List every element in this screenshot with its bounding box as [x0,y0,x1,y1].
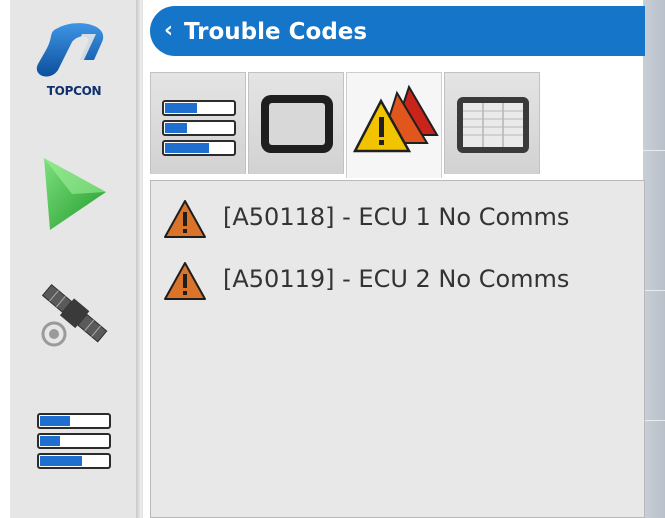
tab-data[interactable] [444,72,540,174]
sidebar: TOPCON [10,0,136,518]
chevron-left-icon: ‹ [164,18,174,43]
trouble-code-text: [A50119] - ECU 2 No Comms [223,265,570,293]
play-arrow-icon [32,150,116,234]
satellite-icon [32,272,116,356]
menu-bars-icon [159,85,239,169]
tab-display[interactable] [248,72,344,174]
background-edge [643,0,665,518]
logo-text: TOPCON [46,84,102,98]
gnss-button[interactable] [32,272,116,356]
back-button[interactable]: ‹ Trouble Codes [150,6,645,56]
list-item[interactable]: [A50118] - ECU 1 No Comms [163,195,623,241]
data-table-icon [453,85,533,169]
trouble-code-text: [A50118] - ECU 1 No Comms [223,203,570,231]
run-button[interactable] [32,150,116,234]
trouble-code-list: [A50118] - ECU 1 No Comms [A50119] - ECU… [150,180,645,518]
warning-icon [163,199,207,243]
trouble-codes-panel: ‹ Trouble Codes [A50118] - ECU 1 No Comm… [143,0,645,518]
menu-button[interactable] [32,400,116,484]
topcon-logo: TOPCON [28,20,120,100]
warning-triangles-icon [352,79,439,169]
warning-icon [163,261,207,305]
menu-bars-icon [32,400,116,484]
tab-trouble-codes[interactable] [346,72,442,178]
display-icon [257,85,337,169]
page-title: Trouble Codes [184,19,368,45]
screen: TOPCON ‹ Trouble Codes [A50118] - ECU 1 … [10,0,665,518]
list-item[interactable]: [A50119] - ECU 2 No Comms [163,257,623,303]
tab-settings[interactable] [150,72,246,174]
